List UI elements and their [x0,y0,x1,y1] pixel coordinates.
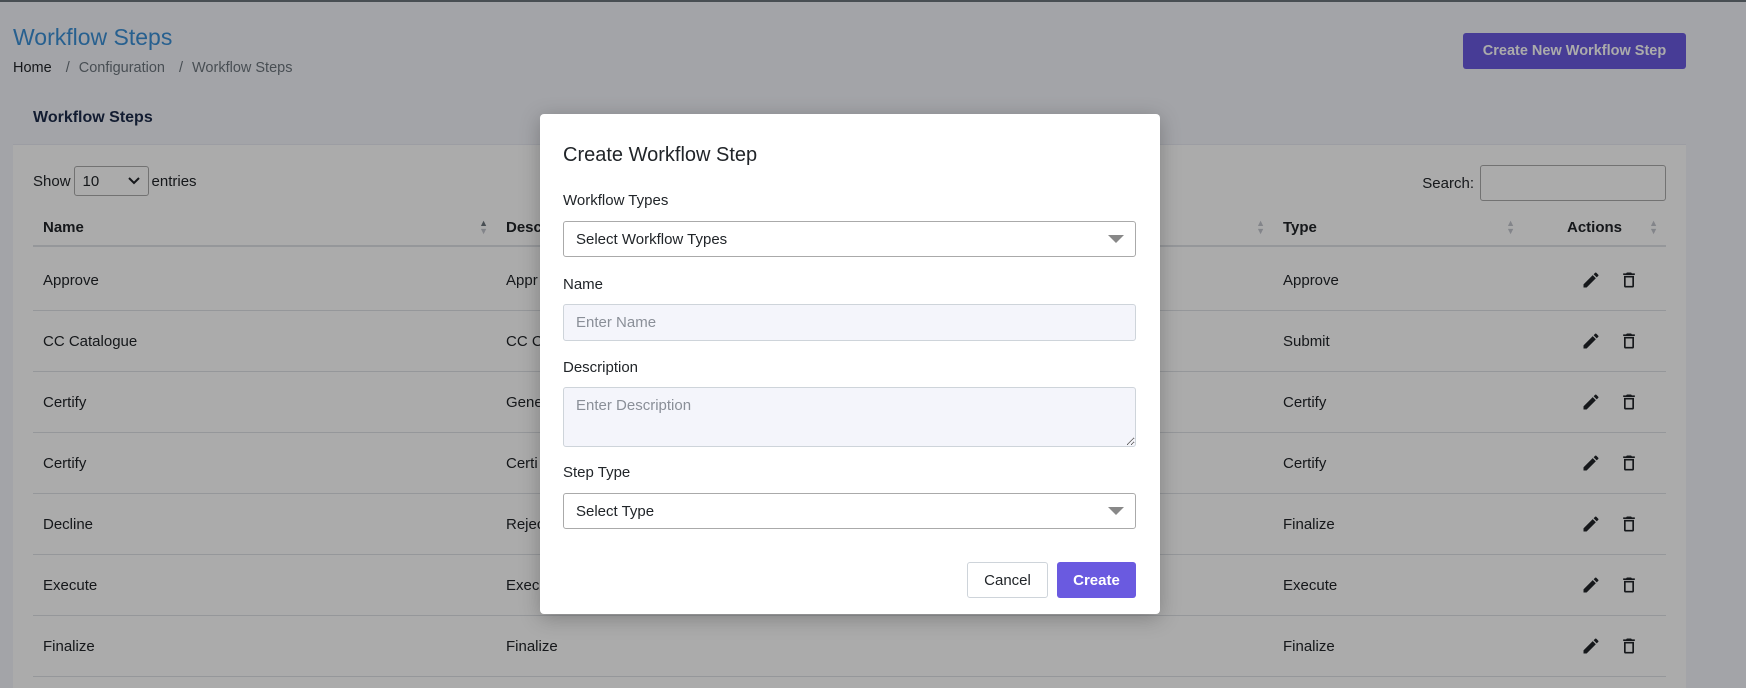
modal-title: Create Workflow Step [563,144,758,166]
step-type-select[interactable]: Select Type [563,493,1136,529]
workflow-types-label: Workflow Types [563,192,669,209]
description-label: Description [563,359,639,376]
create-workflow-step-modal: Create Workflow Step Workflow Types Sele… [540,114,1160,614]
dropdown-caret-icon [1108,235,1124,243]
create-button[interactable]: Create [1057,562,1136,598]
step-type-value: Select Type [576,502,655,520]
workflow-types-select[interactable]: Select Workflow Types [563,221,1136,257]
page: Workflow Steps Home / Configuration / Wo… [0,0,1746,688]
description-textarea[interactable] [563,387,1136,447]
name-input[interactable] [563,304,1136,341]
dropdown-caret-icon [1108,507,1124,515]
cancel-button[interactable]: Cancel [967,562,1048,598]
name-label: Name [563,276,604,293]
workflow-types-value: Select Workflow Types [576,230,728,248]
step-type-label: Step Type [563,464,631,481]
